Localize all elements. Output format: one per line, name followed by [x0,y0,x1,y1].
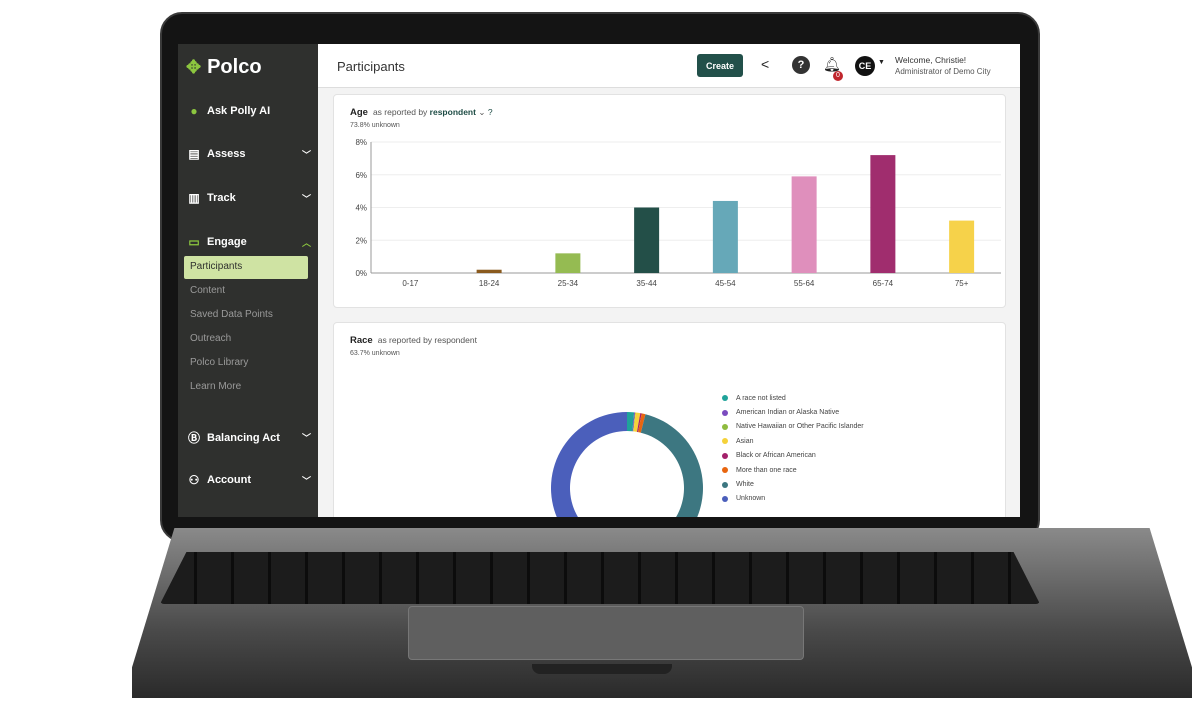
chevron-down-icon: ﹀ [301,149,311,160]
sidebar-item-label: Account [207,474,251,486]
legend-swatch [722,481,728,488]
legend-label: Native Hawaiian or Other Pacific Islande… [736,423,864,431]
create-button[interactable]: Create [697,54,743,77]
bar-25-34 [555,253,581,273]
legend-swatch [722,395,728,402]
welcome-text: Welcome, Christie! [895,55,967,65]
y-tick-label: 0% [355,269,367,278]
x-tick-label: 35-44 [636,279,657,288]
keyboard [160,552,1040,604]
polco-logo[interactable]: ✥ Polco [186,56,262,79]
y-tick-label: 8% [355,138,367,147]
age-card: Age as reported by respondent ⌄ ? 73.8% u… [333,94,1006,308]
help-icon[interactable]: ? [792,56,810,74]
legend-label: Black or African American [736,452,816,460]
bar-65-74 [870,155,896,273]
chevron-down-icon: ﹀ [301,475,311,486]
sidebar-item-label: Balancing Act [207,431,280,444]
role-text: Administrator of Demo City [895,67,991,76]
b-icon: Ⓑ [187,431,200,445]
legend-label: White [736,481,754,489]
legend-item[interactable]: Unknown [722,492,864,506]
logo-text: Polco [207,56,262,78]
legend-swatch [722,467,728,474]
x-tick-label: 25-34 [558,279,579,288]
top-header: Participants Create < ? 🔔︎ 0 CE ▼ Welcom… [318,44,1020,88]
sidebar-sub-content[interactable]: Content [184,280,308,303]
polco-logo-icon: ✥ [186,57,202,77]
age-bar-chart: 0% 2% 4% 6% 8% 0-17 18-24 25-34 35-44 45-54 55-64 6… [355,138,1001,288]
trackpad [408,606,804,660]
legend-item[interactable]: White [722,477,864,491]
main-content: Participants Create < ? 🔔︎ 0 CE ▼ Welcom… [318,44,1020,517]
sidebar: ✥ Polco ● Ask Polly AI ▤ Assess ﹀ ▥ Track ﹀ ▭ E… [178,44,318,517]
sidebar-item-label: Assess [207,148,246,160]
x-tick-label: 45-54 [715,279,736,288]
x-tick-label: 18-24 [479,279,500,288]
screen: ✥ Polco ● Ask Polly AI ▤ Assess ﹀ ▥ Track ﹀ ▭ E… [178,44,1020,517]
x-tick-label: 65-74 [873,279,894,288]
x-tick-label: 0-17 [402,279,419,288]
sidebar-item-engage[interactable]: ▭ Engage ︿ [187,235,311,249]
notification-badge: 0 [833,71,843,81]
sidebar-sub-participants[interactable]: Participants [184,256,308,279]
legend-swatch [722,423,728,430]
legend-label: Unknown [736,495,766,503]
legend-label: More than one race [736,466,797,474]
chevron-down-icon: ﹀ [301,433,311,443]
chart-icon: ▥ [188,191,200,205]
user-icon: ⚇ [188,473,200,487]
sidebar-item-track[interactable]: ▥ Track ﹀ [187,191,311,205]
sidebar-item-ask-polly[interactable]: ● Ask Polly AI [187,104,311,118]
y-tick-label: 2% [355,236,367,245]
sidebar-item-account[interactable]: ⚇ Account ﹀ [187,473,311,487]
race-donut-chart [551,412,703,517]
legend-item[interactable]: Native Hawaiian or Other Pacific Islande… [722,420,864,434]
sidebar-sub-saved-data-points[interactable]: Saved Data Points [184,304,308,327]
legend-item[interactable]: Asian [722,434,864,448]
x-tick-label: 55-64 [794,279,815,288]
legend-item[interactable]: A race not listed [722,391,864,405]
page-title: Participants [337,59,405,74]
sidebar-sub-polco-library[interactable]: Polco Library [184,352,308,375]
chat-icon: ▭ [188,235,200,249]
bar-18-24 [476,269,502,273]
legend-swatch [722,438,728,445]
chevron-down-icon: ﹀ [301,193,311,204]
legend-item[interactable]: American Indian or Alaska Native [722,405,864,419]
legend-label: A race not listed [736,394,786,402]
race-legend: A race not listed American Indian or Alas… [722,391,864,506]
chevron-up-icon: ︿ [301,237,311,248]
caret-down-icon[interactable]: ▼ [878,59,885,66]
sidebar-item-label: Engage [207,236,247,248]
sidebar-item-balancing-act[interactable]: Ⓑ Balancing Act ﹀ [187,429,311,446]
welcome-block: Welcome, Christie! Administrator of Demo… [895,55,991,77]
y-tick-label: 4% [355,204,367,213]
legend-swatch [722,495,728,502]
sidebar-sub-learn-more[interactable]: Learn More [184,376,308,399]
x-tick-label: 75+ [955,279,969,288]
bar-55-64 [791,176,817,273]
sidebar-sub-outreach[interactable]: Outreach [184,328,308,351]
laptop-lip [532,664,672,674]
legend-item[interactable]: More than one race [722,463,864,477]
sidebar-item-label: Ask Polly AI [207,105,271,117]
parrot-icon: ● [190,104,198,118]
sidebar-item-assess[interactable]: ▤ Assess ﹀ [187,147,311,161]
legend-label: Asian [736,437,754,445]
bar-75+ [949,220,975,273]
bar-45-54 [712,200,738,273]
race-card: Race as reported by respondent 63.7% unkn… [333,322,1006,517]
sidebar-item-label: Track [207,192,236,204]
clipboard-icon: ▤ [188,147,200,161]
avatar[interactable]: CE [855,56,875,76]
y-tick-label: 6% [355,171,367,180]
legend-swatch [722,409,728,416]
share-icon[interactable]: < [761,56,769,72]
legend-label: American Indian or Alaska Native [736,409,840,417]
legend-swatch [722,452,728,459]
slice-white [640,414,703,517]
legend-item[interactable]: Black or African American [722,449,864,463]
bar-35-44 [634,207,660,273]
